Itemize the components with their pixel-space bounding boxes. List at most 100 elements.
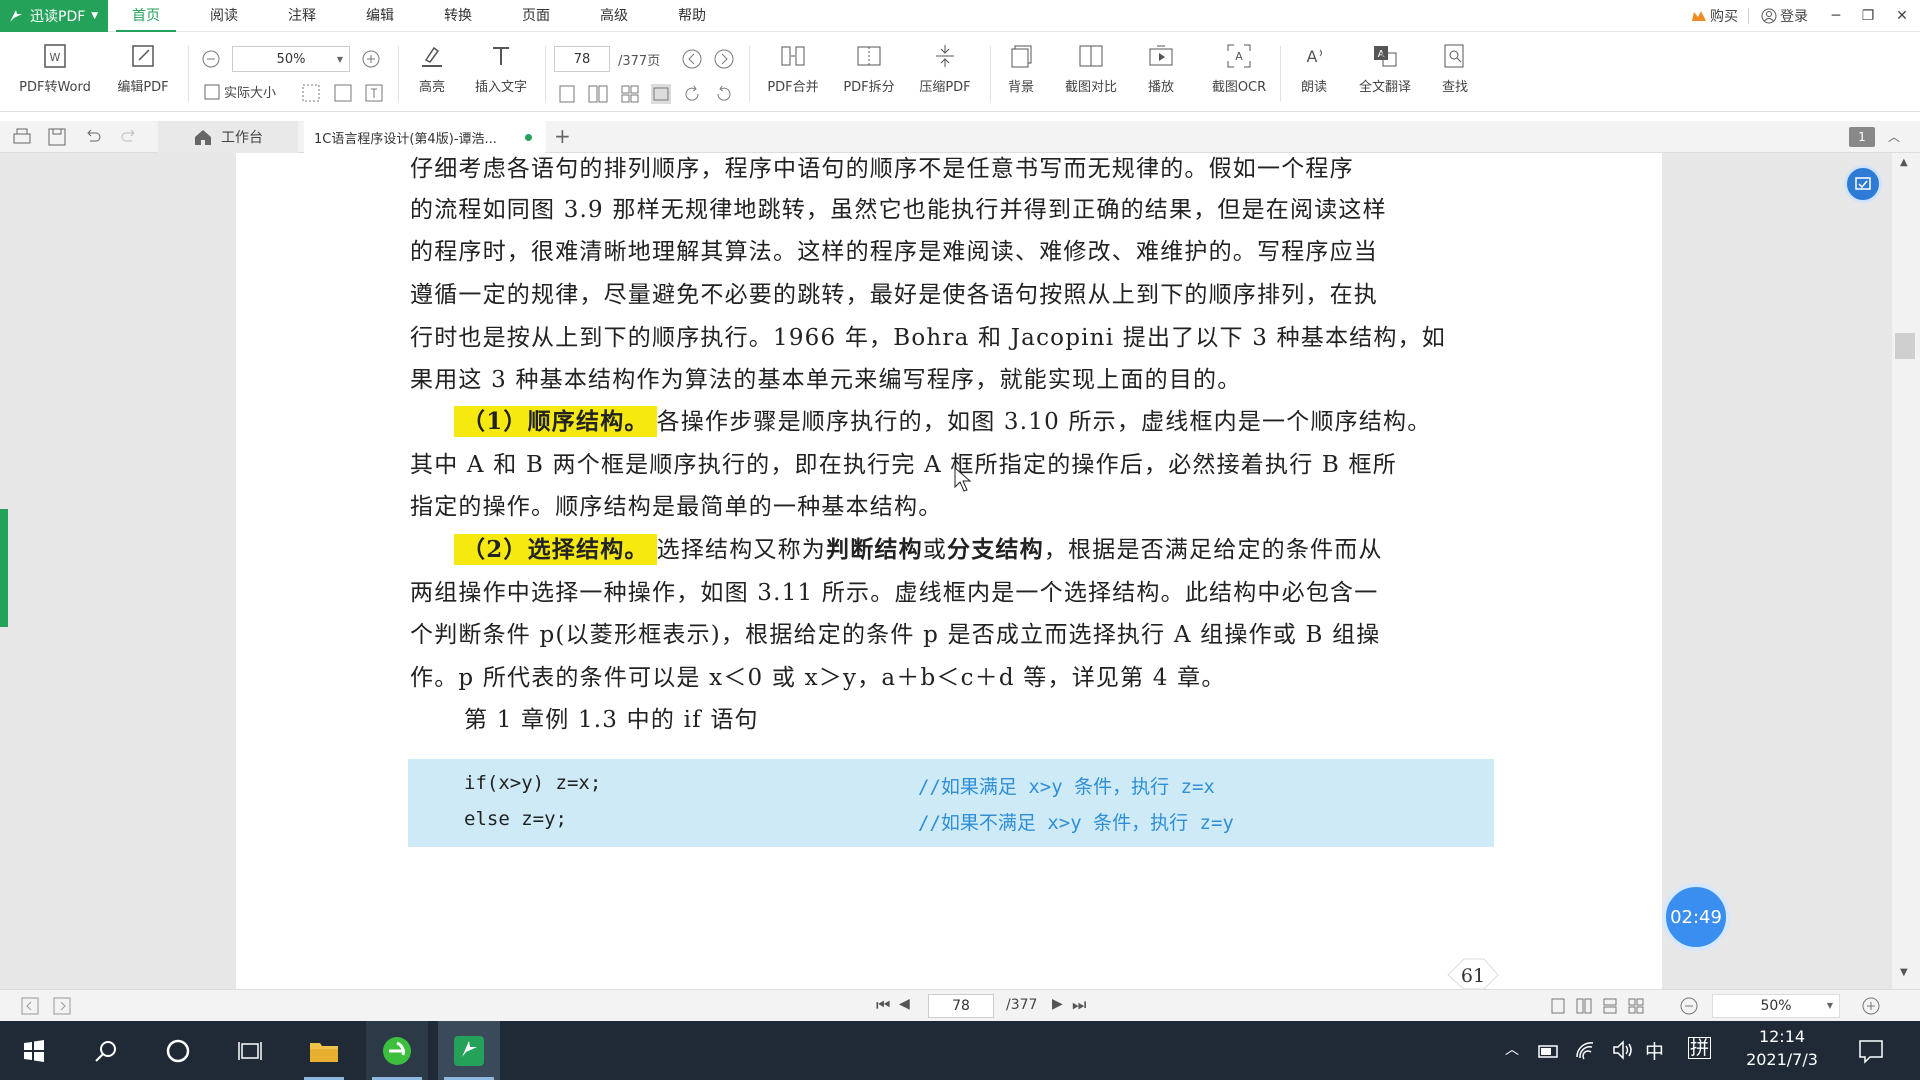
search-button[interactable]: 查找 [1418, 42, 1492, 108]
tray-expand-icon[interactable]: ︿ [1505, 1039, 1519, 1059]
scroll-up-icon[interactable]: ▲ [1900, 157, 1908, 168]
menu-edit[interactable]: 编辑 [350, 0, 410, 32]
highlight-button[interactable]: 高亮 [396, 42, 468, 108]
scrollbar-thumb[interactable] [1895, 333, 1915, 359]
first-page-button[interactable]: ⏮ [876, 995, 890, 1015]
zoom-out-icon[interactable] [1679, 996, 1699, 1016]
zoom-out-icon[interactable] [200, 48, 222, 70]
ime-language-indicator[interactable]: 中 [1645, 1037, 1664, 1064]
insert-text-button[interactable]: 插入文字 [464, 42, 538, 108]
single-page-icon[interactable] [556, 83, 578, 105]
prev-page-button[interactable]: ◀ [899, 996, 910, 1012]
grid-view-icon[interactable] [619, 83, 641, 105]
volume-icon[interactable] [1610, 1037, 1636, 1063]
notification-icon[interactable] [1856, 1036, 1886, 1066]
text-line: 其中 A 和 B 两个框是顺序执行的，即在执行完 A 框所指定的操作后，必然接着… [410, 452, 1397, 478]
battery-icon[interactable] [1536, 1039, 1562, 1063]
menu-help[interactable]: 帮助 [662, 0, 722, 32]
floating-tool-button[interactable] [1844, 165, 1882, 203]
menu-annotate[interactable]: 注释 [272, 0, 332, 32]
redo-icon[interactable] [119, 127, 139, 147]
zoom-in-icon[interactable] [360, 48, 382, 70]
background-button[interactable]: 背景 [984, 42, 1058, 108]
two-page-icon[interactable] [587, 83, 609, 105]
text-select-icon[interactable] [363, 82, 385, 104]
continuous-scroll-icon[interactable] [650, 83, 672, 105]
buy-button[interactable]: 购买 [1681, 6, 1748, 26]
menu-convert[interactable]: 转换 [428, 0, 488, 32]
screenshot-compare-button[interactable]: 截图对比 [1054, 42, 1128, 108]
last-page-button[interactable]: ⏭ [1072, 995, 1086, 1015]
tab-document[interactable]: 1C语言程序设计(第4版)-谭浩... [304, 121, 546, 153]
compare-icon [1079, 45, 1103, 67]
browser-icon[interactable] [377, 1031, 417, 1071]
cortana-icon[interactable] [158, 1031, 198, 1071]
pdf-app-icon[interactable] [449, 1031, 489, 1071]
edit-pdf-button[interactable]: 编辑PDF [106, 42, 180, 108]
screenshot-ocr-button[interactable]: A 截图OCR [1198, 42, 1280, 108]
sidebar-toggle-handle[interactable] [0, 509, 8, 627]
next-page-icon[interactable] [713, 48, 735, 70]
highlighted-heading[interactable]: （1）顺序结构。 [454, 406, 657, 437]
system-clock[interactable]: 12:14 2021/7/3 [1732, 1027, 1832, 1069]
next-page-button[interactable]: ▶ [1052, 996, 1063, 1012]
menu-page[interactable]: 页面 [506, 0, 566, 32]
read-aloud-button[interactable]: A 朗读 [1280, 42, 1348, 108]
ime-mode-indicator[interactable]: 拼 [1688, 1037, 1712, 1059]
zoom-select[interactable]: 50% ▼ [232, 46, 350, 72]
app-brand-button[interactable]: 迅读PDF ▼ [0, 0, 108, 32]
timer-widget[interactable]: 02:49 [1662, 883, 1730, 951]
file-explorer-icon[interactable] [304, 1031, 344, 1071]
ocr-icon: A [1227, 44, 1251, 68]
status-page-input[interactable]: 78 [928, 994, 994, 1018]
expand-right-icon[interactable] [53, 997, 71, 1015]
pdf-to-word-button[interactable]: W PDF转Word [18, 42, 92, 108]
windows-start-icon[interactable] [14, 1031, 54, 1071]
login-button[interactable]: 登录 [1749, 6, 1820, 26]
fit-width-icon[interactable] [332, 82, 354, 104]
scroll-down-icon[interactable]: ▼ [1900, 967, 1908, 978]
menu-read[interactable]: 阅读 [194, 0, 254, 32]
restore-button[interactable]: ❐ [1852, 8, 1884, 24]
new-tab-button[interactable]: + [554, 124, 571, 148]
menu-home[interactable]: 首页 [116, 0, 176, 32]
full-translate-button[interactable]: A 全文翻译 [1348, 42, 1422, 108]
single-page-view-icon[interactable] [1550, 998, 1566, 1014]
rotate-right-icon[interactable] [681, 83, 703, 105]
save-icon[interactable] [47, 127, 67, 147]
tab-workspace[interactable]: 工作台 [158, 121, 298, 153]
pdf-split-button[interactable]: PDF拆分 [832, 42, 906, 108]
menu-advanced[interactable]: 高级 [584, 0, 644, 32]
double-page-view-icon[interactable] [1576, 998, 1592, 1014]
actual-size-button[interactable]: 实际大小 [204, 82, 276, 101]
fit-page-icon[interactable] [300, 82, 322, 104]
play-icon [1149, 45, 1173, 66]
search-icon[interactable] [86, 1031, 126, 1071]
play-button[interactable]: 播放 [1124, 42, 1198, 108]
rotate-left-icon[interactable] [713, 83, 735, 105]
status-zoom-select[interactable]: 50% ▼ [1712, 994, 1840, 1018]
text-line: 行时也是按从上到下的顺序执行。1966 年，Bohra 和 Jacopini 提… [410, 325, 1447, 351]
chevron-down-icon: ▼ [91, 11, 99, 21]
collapse-ribbon-icon[interactable]: ︿ [1888, 128, 1900, 145]
text-line: 两组操作中选择一种操作，如图 3.11 所示。虚线框内是一个选择结构。此结构中必… [410, 580, 1379, 606]
close-button[interactable]: ✕ [1884, 8, 1920, 24]
highlighted-heading[interactable]: （2）选择结构。 [454, 534, 657, 565]
wifi-icon[interactable] [1573, 1037, 1599, 1063]
collapse-left-icon[interactable] [21, 997, 39, 1015]
screen-tool-icon [1855, 177, 1871, 190]
page-number-input[interactable]: 78 [554, 46, 610, 72]
print-icon[interactable] [11, 127, 33, 147]
compress-pdf-button[interactable]: 压缩PDF [908, 42, 982, 108]
text-line: 仔细考虑各语句的排列顺序，程序中语句的顺序不是任意书写而无规律的。假如一个程序 [410, 156, 1354, 182]
task-view-icon[interactable] [230, 1031, 270, 1071]
minimize-button[interactable]: ─ [1820, 8, 1852, 24]
undo-icon[interactable] [83, 127, 103, 147]
split-icon [857, 46, 881, 66]
zoom-in-icon[interactable] [1861, 996, 1881, 1016]
vertical-scrollbar[interactable]: ▲ ▼ [1892, 153, 1920, 989]
pdf-merge-button[interactable]: PDF合并 [756, 42, 830, 108]
prev-page-icon[interactable] [681, 48, 703, 70]
double-scroll-view-icon[interactable] [1628, 998, 1644, 1014]
scroll-view-icon[interactable] [1602, 998, 1618, 1014]
